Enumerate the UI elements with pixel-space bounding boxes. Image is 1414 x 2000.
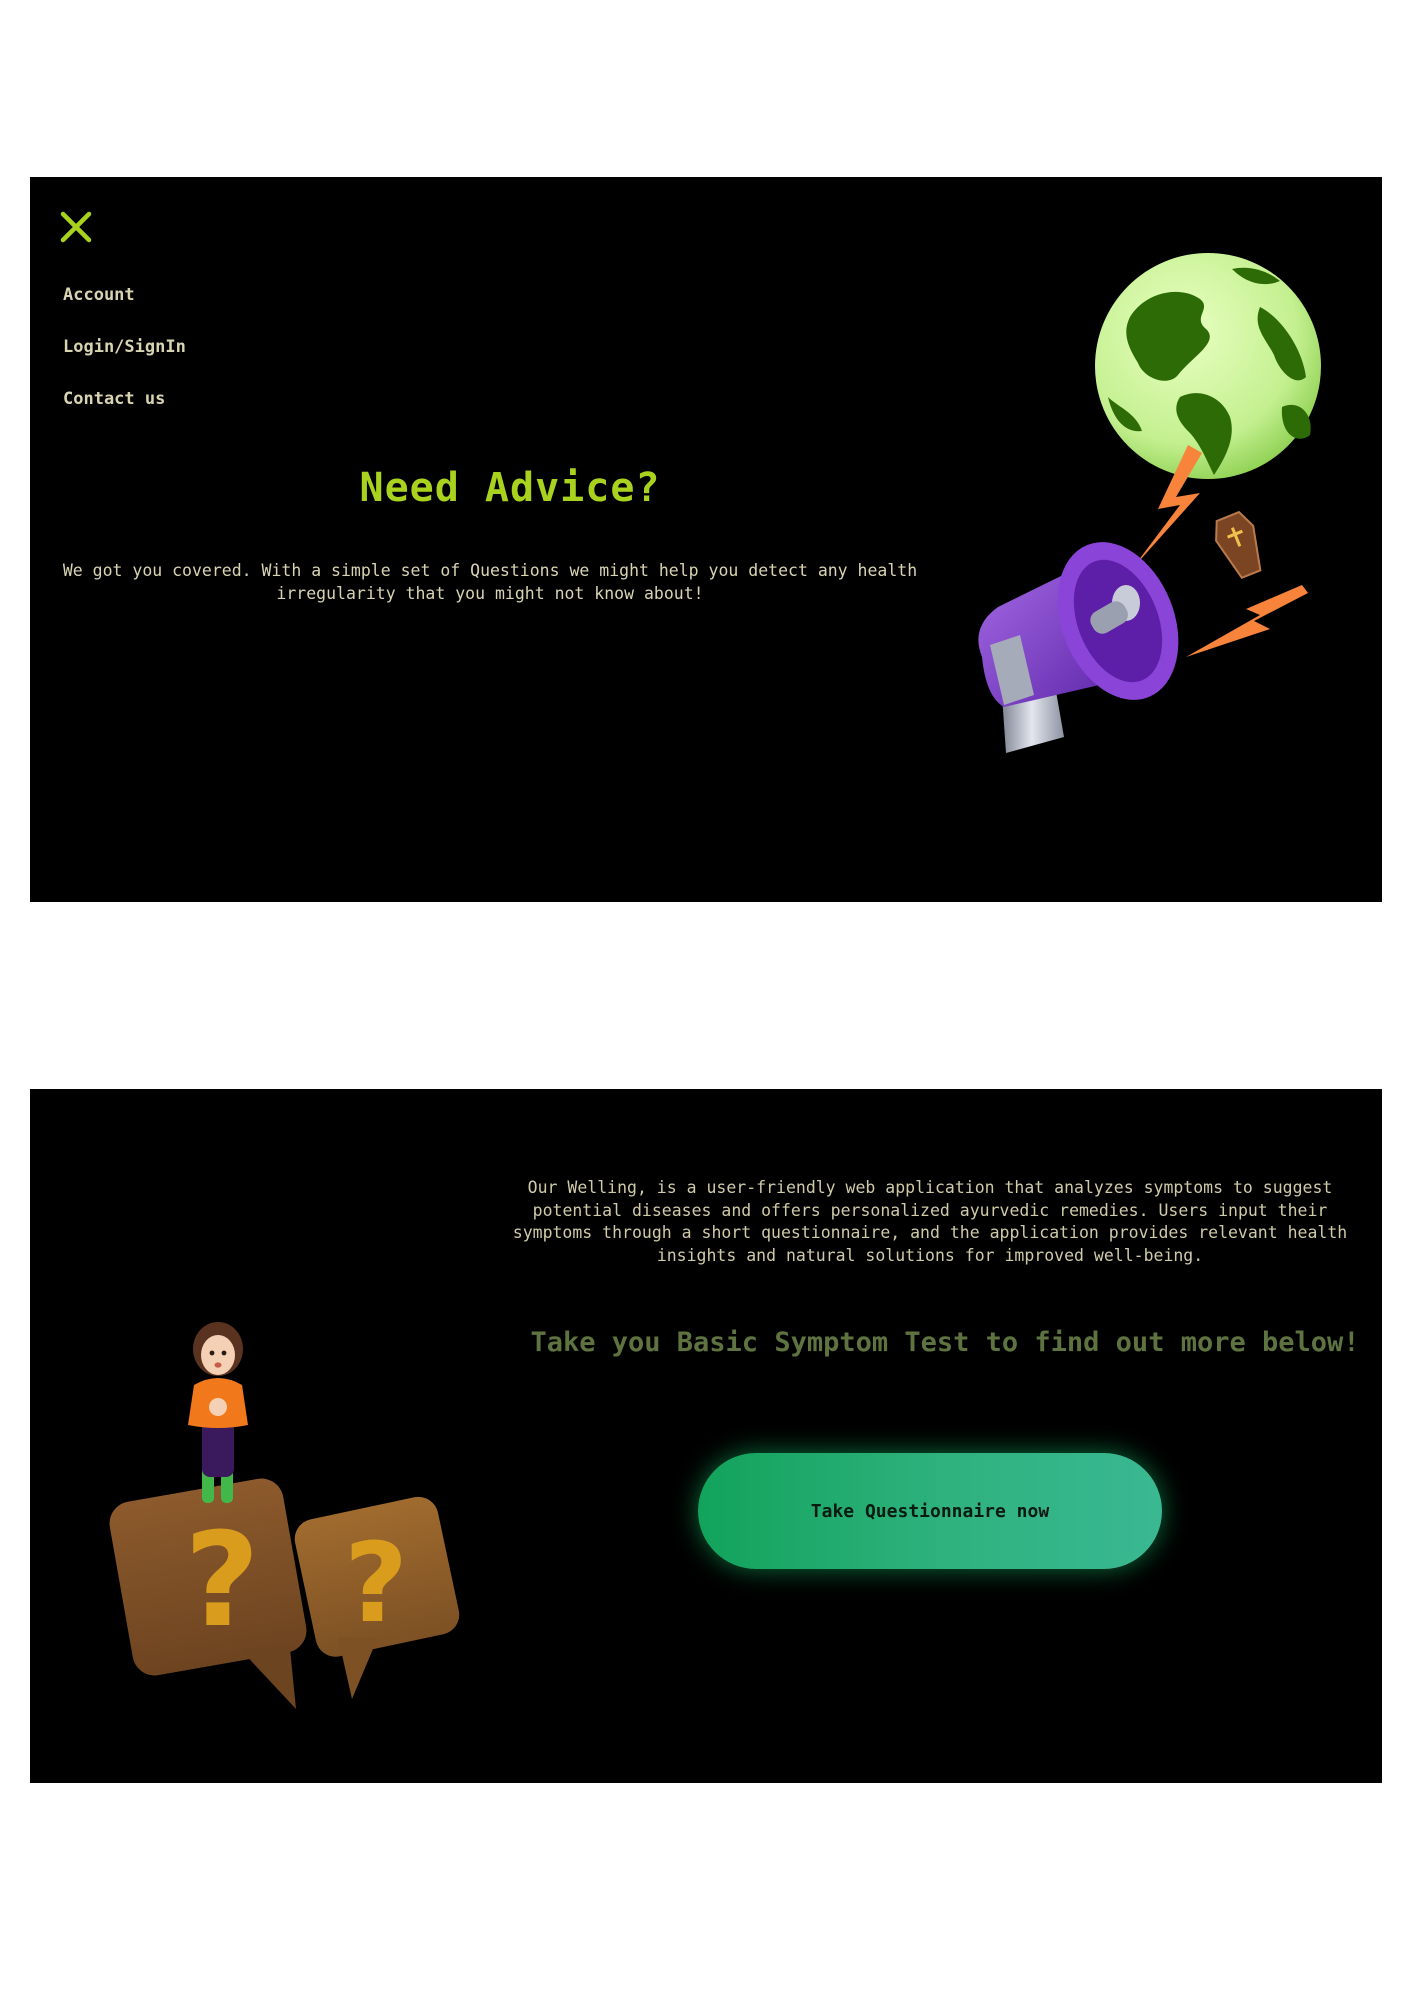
question-bubble-icon: ? <box>294 1496 460 1699</box>
cta-heading: Take you Basic Symptom Test to find out … <box>530 1327 1360 1358</box>
svg-text:?: ? <box>344 1519 408 1647</box>
hero-panel: Account Login/SignIn Contact us Need Adv… <box>30 177 1382 902</box>
menu-item-login[interactable]: Login/SignIn <box>63 337 186 357</box>
svg-text:?: ? <box>184 1504 259 1656</box>
close-icon[interactable] <box>58 209 94 245</box>
side-menu: Account Login/SignIn Contact us <box>63 285 186 441</box>
hero-description: We got you covered. With a simple set of… <box>62 561 918 603</box>
globe-icon <box>1095 253 1321 479</box>
menu-item-account[interactable]: Account <box>63 285 186 305</box>
megaphone-globe-illustration <box>930 247 1350 827</box>
take-questionnaire-button[interactable]: Take Questionnaire now <box>698 1453 1162 1569</box>
menu-item-contact[interactable]: Contact us <box>63 389 186 409</box>
question-bubble-icon: ? <box>109 1478 307 1709</box>
hero-title: Need Advice? <box>359 465 661 511</box>
person-question-illustration: ? ? <box>90 1319 490 1739</box>
person-icon <box>188 1322 248 1503</box>
megaphone-icon <box>978 542 1179 753</box>
about-description: Our Welling, is a user-friendly web appl… <box>512 1178 1348 1265</box>
coffin-icon <box>1215 510 1262 580</box>
questionnaire-panel: Our Welling, is a user-friendly web appl… <box>30 1089 1382 1783</box>
